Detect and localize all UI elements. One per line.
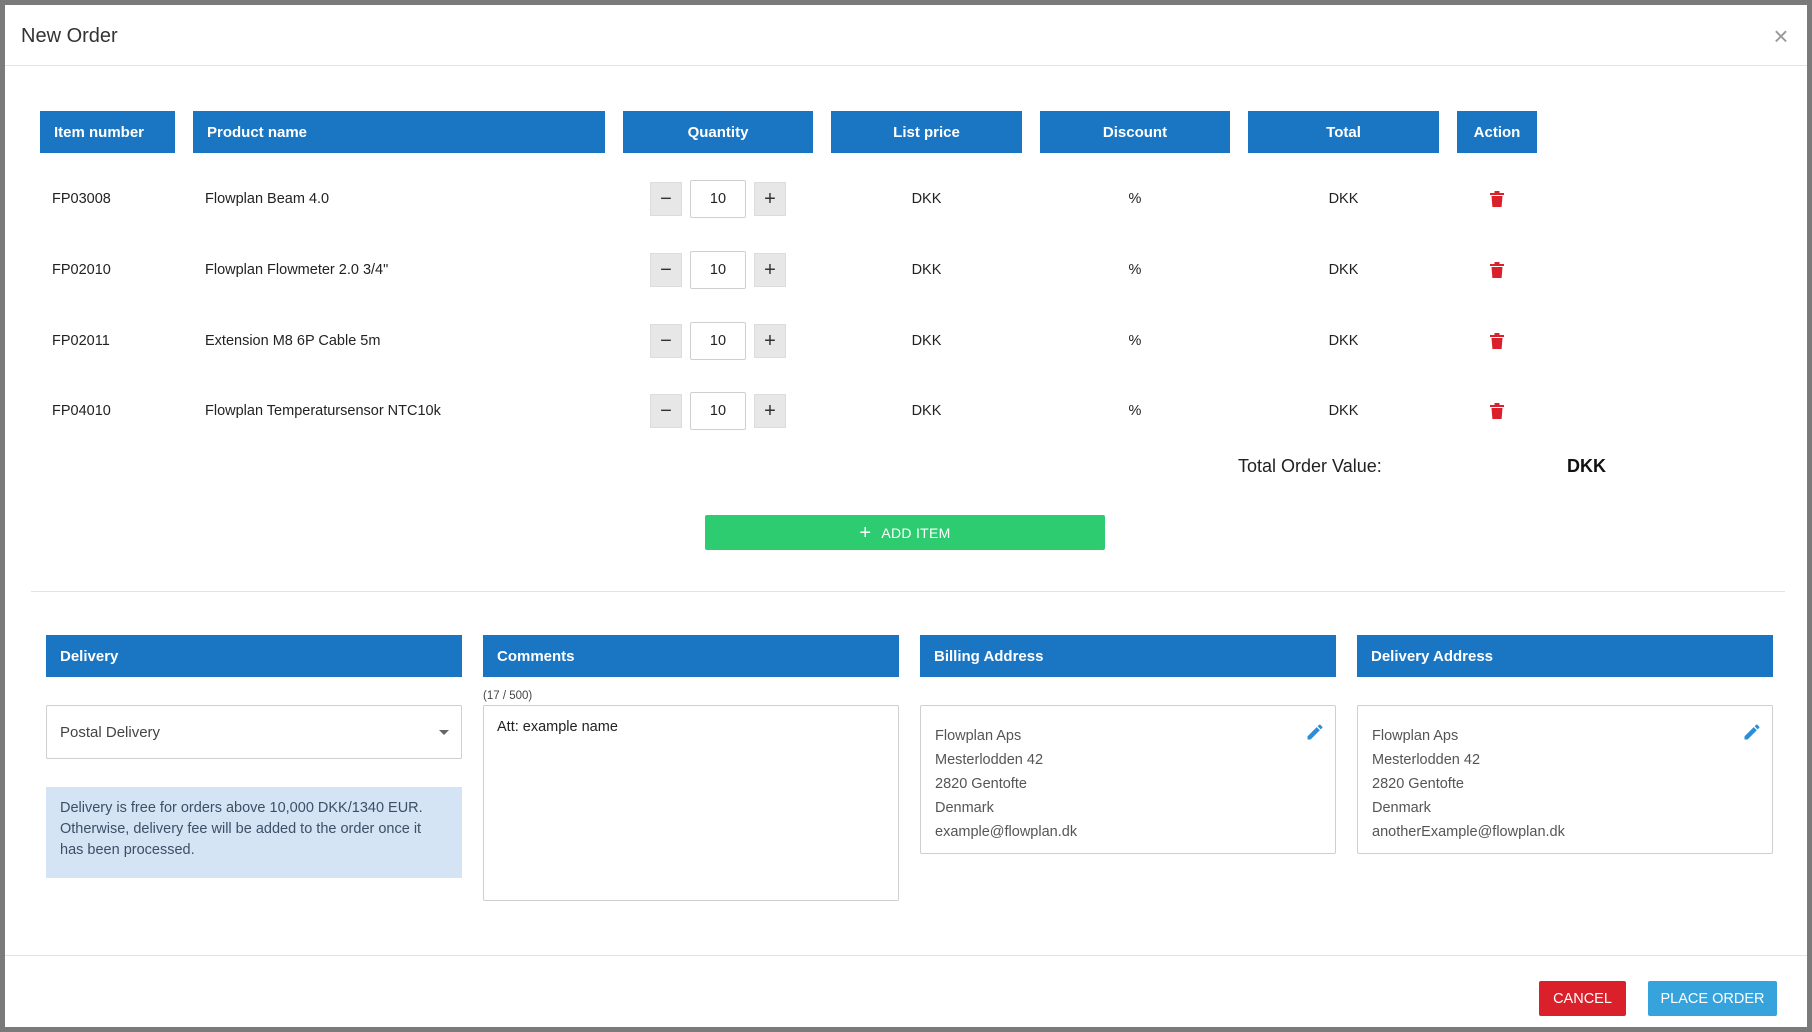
item-number-cell: FP04010 (52, 403, 111, 419)
delivery-method-value: Postal Delivery (60, 723, 161, 741)
total-order-value-label: Total Order Value: (1238, 456, 1382, 476)
total-cell: DKK (1328, 191, 1359, 207)
billing-line: Denmark (935, 800, 994, 816)
billing-line: Mesterlodden 42 (935, 752, 1044, 768)
new-order-modal: New Order × Item number Product name Qua… (5, 5, 1807, 1027)
delivery-method-select[interactable]: Postal Delivery (46, 705, 462, 759)
discount-cell: % (1128, 333, 1142, 349)
list-price-cell: DKK (911, 403, 942, 419)
quantity-cell: − + (623, 390, 813, 432)
billing-line: example@flowplan.dk (935, 824, 1078, 840)
quantity-stepper: − + (650, 180, 786, 218)
quantity-cell: − + (623, 249, 813, 291)
action-cell (1457, 249, 1537, 291)
delivery-address-line: Flowplan Aps (1372, 728, 1459, 744)
pencil-icon[interactable] (1742, 722, 1762, 742)
discount-cell: % (1128, 403, 1142, 419)
comment-char-counter: (17 / 500) (483, 690, 533, 702)
discount-cell: % (1128, 191, 1142, 207)
add-item-label: ADD ITEM (881, 524, 951, 541)
quantity-stepper: − + (650, 322, 786, 360)
billing-line: 2820 Gentofte (935, 776, 1027, 792)
quantity-stepper: − + (650, 251, 786, 289)
trash-icon[interactable] (1488, 260, 1506, 280)
quantity-cell: − + (623, 178, 813, 220)
table-row: FP03008 Flowplan Beam 4.0 − + DKK % DKK (5, 178, 1807, 220)
modal-title: New Order (21, 25, 118, 47)
delivery-heading: Delivery (46, 635, 462, 677)
action-cell (1457, 390, 1537, 432)
decrease-quantity-button[interactable]: − (650, 394, 682, 428)
delivery-address-line: Mesterlodden 42 (1372, 752, 1481, 768)
quantity-input[interactable] (690, 251, 746, 289)
header-action: Action (1457, 111, 1537, 153)
table-row: FP02011 Extension M8 6P Cable 5m − + DKK… (5, 320, 1807, 362)
trash-icon[interactable] (1488, 401, 1506, 421)
list-price-cell: DKK (911, 262, 942, 278)
header-total: Total (1248, 111, 1439, 153)
trash-icon[interactable] (1488, 189, 1506, 209)
discount-cell: % (1128, 262, 1142, 278)
quantity-cell: − + (623, 320, 813, 362)
product-name-cell: Flowplan Flowmeter 2.0 3/4" (205, 262, 389, 278)
decrease-quantity-button[interactable]: − (650, 324, 682, 358)
item-number-cell: FP02011 (52, 333, 110, 349)
pencil-icon[interactable] (1305, 722, 1325, 742)
caret-down-icon (439, 730, 449, 735)
decrease-quantity-button[interactable]: − (650, 253, 682, 287)
header-item-number: Item number (40, 111, 175, 153)
product-name-cell: Extension M8 6P Cable 5m (205, 333, 381, 349)
header-discount: Discount (1040, 111, 1230, 153)
billing-address-heading: Billing Address (920, 635, 1336, 677)
quantity-input[interactable] (690, 180, 746, 218)
increase-quantity-button[interactable]: + (754, 253, 786, 287)
comments-heading: Comments (483, 635, 899, 677)
item-number-cell: FP02010 (52, 262, 111, 278)
delivery-address-line: 2820 Gentofte (1372, 776, 1464, 792)
increase-quantity-button[interactable]: + (754, 324, 786, 358)
table-row: FP04010 Flowplan Temperatursensor NTC10k… (5, 390, 1807, 432)
delivery-address-heading: Delivery Address (1357, 635, 1773, 677)
add-item-button[interactable]: + ADD ITEM (705, 515, 1105, 550)
items-table-header: Item number Product name Quantity List p… (5, 111, 1807, 153)
total-cell: DKK (1328, 403, 1359, 419)
item-number-cell: FP03008 (52, 191, 111, 207)
trash-icon[interactable] (1488, 331, 1506, 351)
delivery-address-box: Flowplan Aps Mesterlodden 42 2820 Gentof… (1357, 705, 1773, 854)
comments-textarea[interactable] (483, 705, 899, 901)
list-price-cell: DKK (911, 333, 942, 349)
product-name-cell: Flowplan Beam 4.0 (205, 191, 330, 207)
modal-header: New Order × (5, 5, 1807, 66)
total-cell: DKK (1328, 262, 1359, 278)
billing-line: Flowplan Aps (935, 728, 1022, 744)
header-product-name: Product name (193, 111, 605, 153)
table-row: FP02010 Flowplan Flowmeter 2.0 3/4" − + … (5, 249, 1807, 291)
quantity-stepper: − + (650, 392, 786, 430)
header-list-price: List price (831, 111, 1022, 153)
increase-quantity-button[interactable]: + (754, 182, 786, 216)
total-order-value: DKK (1567, 456, 1606, 476)
quantity-input[interactable] (690, 322, 746, 360)
delivery-address-line: Denmark (1372, 800, 1431, 816)
header-quantity: Quantity (623, 111, 813, 153)
divider (31, 591, 1785, 592)
billing-address-box: Flowplan Aps Mesterlodden 42 2820 Gentof… (920, 705, 1336, 854)
quantity-input[interactable] (690, 392, 746, 430)
list-price-cell: DKK (911, 191, 942, 207)
decrease-quantity-button[interactable]: − (650, 182, 682, 216)
cancel-button[interactable]: CANCEL (1539, 981, 1626, 1016)
action-cell (1457, 320, 1537, 362)
place-order-button[interactable]: PLACE ORDER (1648, 981, 1777, 1016)
total-cell: DKK (1328, 333, 1359, 349)
delivery-info: Delivery is free for orders above 10,000… (46, 787, 462, 878)
action-cell (1457, 178, 1537, 220)
product-name-cell: Flowplan Temperatursensor NTC10k (205, 403, 441, 419)
increase-quantity-button[interactable]: + (754, 394, 786, 428)
plus-icon: + (859, 521, 872, 544)
modal-footer: CANCEL PLACE ORDER (5, 955, 1807, 1027)
close-button[interactable]: × (1769, 23, 1793, 49)
delivery-address-line: anotherExample@flowplan.dk (1372, 824, 1565, 840)
